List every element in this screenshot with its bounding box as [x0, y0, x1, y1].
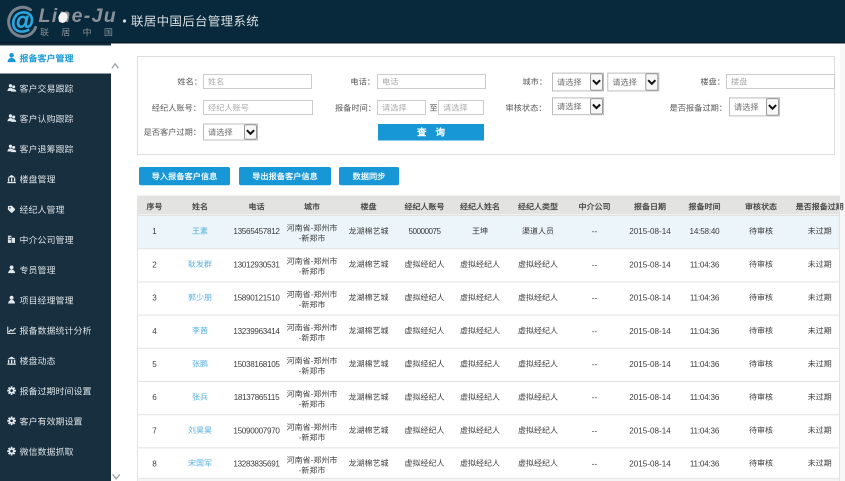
svg-text:11:04:36: 11:04:36: [690, 360, 720, 369]
svg-text:11:04:36: 11:04:36: [690, 459, 720, 468]
svg-text:15890121510: 15890121510: [233, 294, 280, 303]
svg-text:2015-08-14: 2015-08-14: [629, 393, 671, 402]
svg-text:8: 8: [152, 459, 157, 468]
svg-text:50000075: 50000075: [408, 227, 441, 236]
svg-text:11:04:36: 11:04:36: [690, 294, 720, 303]
svg-text:14:58:40: 14:58:40: [690, 227, 721, 236]
svg-text:--: --: [592, 426, 598, 435]
svg-text:6: 6: [152, 393, 157, 402]
svg-text:11:04:36: 11:04:36: [690, 426, 720, 435]
svg-text:2015-08-14: 2015-08-14: [629, 426, 671, 435]
svg-text:3: 3: [152, 294, 157, 303]
svg-text:--: --: [592, 260, 598, 269]
svg-text:15038168105: 15038168105: [233, 360, 280, 369]
svg-text:--: --: [592, 327, 598, 336]
svg-text:2: 2: [152, 260, 157, 269]
svg-text:11:04:36: 11:04:36: [690, 260, 720, 269]
svg-text:--: --: [592, 360, 598, 369]
svg-text:4: 4: [152, 327, 157, 336]
svg-text:5: 5: [152, 360, 157, 369]
svg-text:15090007970: 15090007970: [233, 426, 280, 435]
svg-text:11:04:36: 11:04:36: [690, 393, 720, 402]
svg-text:Line-Ju: Line-Ju: [39, 5, 117, 27]
svg-text:1: 1: [152, 227, 157, 236]
svg-text:@: @: [11, 8, 34, 35]
svg-text:--: --: [592, 227, 598, 236]
svg-text:18137865115: 18137865115: [234, 393, 280, 402]
svg-text:--: --: [592, 393, 598, 402]
svg-text:2015-08-14: 2015-08-14: [629, 260, 671, 269]
svg-text:13012930531: 13012930531: [233, 260, 280, 269]
svg-text:2015-08-14: 2015-08-14: [629, 294, 671, 303]
svg-text:2015-08-14: 2015-08-14: [629, 327, 671, 336]
svg-text:13283835691: 13283835691: [233, 459, 280, 468]
svg-text:--: --: [592, 459, 598, 468]
svg-text:11:04:36: 11:04:36: [690, 327, 720, 336]
svg-text:2015-08-14: 2015-08-14: [629, 459, 671, 468]
svg-text:2015-08-14: 2015-08-14: [629, 360, 671, 369]
svg-text:7: 7: [152, 426, 157, 435]
svg-text:2015-08-14: 2015-08-14: [629, 227, 671, 236]
svg-text:13239963414: 13239963414: [233, 327, 280, 336]
svg-text:--: --: [592, 294, 598, 303]
svg-text:13565457812: 13565457812: [233, 227, 280, 236]
